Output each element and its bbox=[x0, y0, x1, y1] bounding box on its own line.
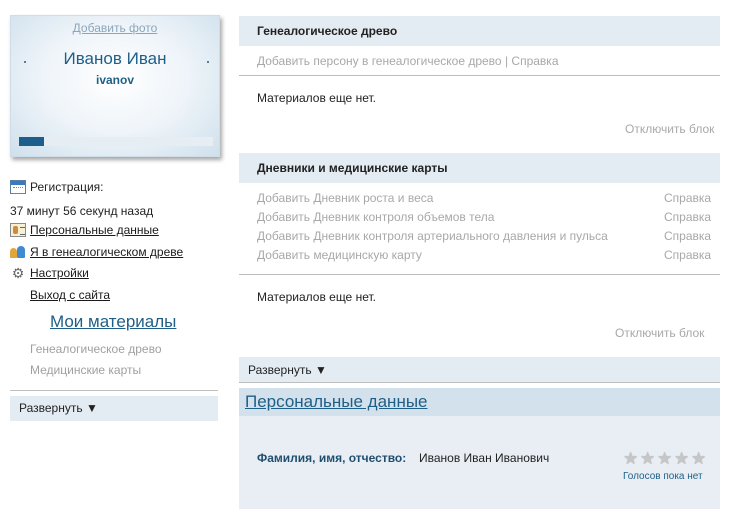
personal-data-title-link[interactable]: Персональные данные bbox=[245, 392, 428, 411]
sidebar-item-settings[interactable]: ⚙ Настройки bbox=[10, 266, 89, 280]
in-tree-link[interactable]: Я в генеалогическом древе bbox=[30, 245, 183, 259]
registration-time: 37 минут 56 секунд назад bbox=[10, 204, 154, 218]
profile-login: ivanov bbox=[95, 73, 134, 87]
genealogy-actions: Добавить персону в генеалогическое древо… bbox=[257, 54, 559, 68]
material-item-medical[interactable]: Медицинские карты bbox=[30, 363, 141, 377]
registration-row: Регистрация: bbox=[10, 180, 103, 194]
star-icon[interactable]: ★ bbox=[691, 450, 708, 467]
personal-data-body: Фамилия, имя, отчество: Иванов Иван Иван… bbox=[239, 416, 720, 509]
personal-data-link[interactable]: Персональные данные bbox=[30, 223, 159, 237]
diaries-divider bbox=[239, 274, 720, 275]
sidebar-expand-button[interactable]: Развернуть ▼ bbox=[10, 396, 218, 421]
add-medical-card-link[interactable]: Добавить медицинскую карту bbox=[257, 248, 422, 262]
star-icon[interactable]: ★ bbox=[674, 450, 691, 467]
expand-divider bbox=[239, 382, 720, 383]
registration-label: Регистрация: bbox=[30, 180, 104, 194]
genealogy-help-link[interactable]: Справка bbox=[511, 54, 558, 68]
profile-progress-fill bbox=[19, 137, 45, 146]
diaries-disable-link[interactable]: Отключить блок bbox=[615, 326, 704, 340]
my-materials-heading[interactable]: Мои материалы bbox=[50, 312, 176, 332]
help-link-medical[interactable]: Справка bbox=[664, 248, 711, 262]
sidebar-divider bbox=[10, 390, 218, 391]
profile-card: Добавить фото Иванов Иван ivanov bbox=[10, 15, 220, 157]
add-photo-link[interactable]: Добавить фото bbox=[11, 21, 219, 35]
add-pressure-diary-link[interactable]: Добавить Дневник контроля артериального … bbox=[257, 229, 608, 243]
star-icon[interactable]: ★ bbox=[657, 450, 674, 467]
id-card-icon bbox=[10, 223, 26, 237]
help-link-growth[interactable]: Справка bbox=[664, 191, 711, 205]
people-icon bbox=[10, 245, 26, 259]
genealogy-divider bbox=[239, 75, 720, 76]
add-growth-diary-link[interactable]: Добавить Дневник роста и веса bbox=[257, 191, 433, 205]
add-person-link[interactable]: Добавить персону в генеалогическое древо bbox=[257, 54, 502, 68]
settings-link[interactable]: Настройки bbox=[30, 266, 89, 280]
profile-progress-bar bbox=[19, 137, 213, 146]
logout-link[interactable]: Выход с сайта bbox=[30, 288, 110, 302]
personal-data-header: Персональные данные bbox=[239, 388, 720, 416]
star-icon[interactable]: ★ bbox=[623, 450, 640, 467]
help-link-body[interactable]: Справка bbox=[664, 210, 711, 224]
sidebar-item-personal-data[interactable]: Персональные данные bbox=[10, 223, 159, 237]
link-separator: | bbox=[504, 54, 509, 68]
main-expand-button[interactable]: Развернуть ▼ bbox=[239, 357, 720, 382]
calendar-icon bbox=[10, 180, 26, 194]
profile-name: Иванов Иван bbox=[63, 49, 167, 68]
gear-icon: ⚙ bbox=[11, 265, 25, 281]
diaries-empty-text: Материалов еще нет. bbox=[257, 290, 376, 304]
fio-value: Иванов Иван Иванович bbox=[419, 451, 550, 465]
sidebar-item-in-tree[interactable]: Я в генеалогическом древе bbox=[10, 245, 183, 259]
fio-label: Фамилия, имя, отчество: bbox=[257, 451, 407, 465]
help-link-pressure[interactable]: Справка bbox=[664, 229, 711, 243]
add-body-diary-link[interactable]: Добавить Дневник контроля объемов тела bbox=[257, 210, 494, 224]
material-item-genealogy[interactable]: Генеалогическое древо bbox=[30, 342, 162, 356]
votes-text: Голосов пока нет bbox=[623, 471, 703, 482]
genealogy-block-header: Генеалогическое древо bbox=[239, 16, 720, 46]
diaries-block-header: Дневники и медицинские карты bbox=[239, 153, 720, 183]
genealogy-empty-text: Материалов еще нет. bbox=[257, 91, 376, 105]
star-icon[interactable]: ★ bbox=[640, 450, 657, 467]
genealogy-disable-link[interactable]: Отключить блок bbox=[625, 122, 714, 136]
rating-stars[interactable]: ★ ★ ★ ★ ★ bbox=[623, 450, 708, 467]
